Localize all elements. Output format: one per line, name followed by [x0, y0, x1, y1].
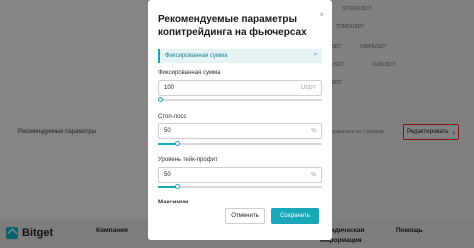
- stop-loss-input[interactable]: 50 %: [158, 123, 322, 139]
- copy-trading-params-modal: × Рекомендуемые параметры копитрейдинга …: [148, 0, 332, 240]
- slider-track: [158, 143, 322, 145]
- take-profit-unit: %: [311, 172, 316, 178]
- take-profit-label: Уровень тейк-профит: [158, 157, 218, 163]
- close-icon[interactable]: ×: [319, 10, 324, 19]
- stop-loss-value: 50: [164, 128, 171, 134]
- stop-loss-slider[interactable]: [158, 140, 322, 148]
- fixed-amount-section-header[interactable]: Фиксированная сумма ^: [158, 49, 322, 63]
- take-profit-input[interactable]: 50 %: [158, 167, 322, 183]
- slider-track: [158, 99, 322, 101]
- take-profit-slider[interactable]: [158, 183, 322, 191]
- slider-track: [158, 186, 322, 188]
- slider-handle[interactable]: [158, 97, 163, 102]
- fixed-amount-input[interactable]: 100 USDT: [158, 80, 322, 96]
- fixed-amount-label: Фиксированная сумма: [158, 70, 221, 76]
- fixed-amount-slider[interactable]: [158, 96, 322, 104]
- modal-title: Рекомендуемые параметры копитрейдинга на…: [158, 14, 307, 38]
- slider-handle[interactable]: [175, 141, 181, 146]
- chevron-up-icon: ^: [314, 53, 317, 59]
- save-button[interactable]: Сохранить: [271, 208, 319, 224]
- slider-handle[interactable]: [175, 184, 181, 189]
- fixed-amount-unit: USDT: [301, 85, 316, 91]
- stop-loss-unit: %: [311, 128, 316, 134]
- stop-loss-label: Стоп-лосс: [158, 114, 187, 120]
- section-label: Фиксированная сумма: [165, 53, 228, 59]
- cancel-button[interactable]: Отменить: [225, 208, 265, 224]
- fixed-amount-value: 100: [164, 85, 175, 91]
- take-profit-value: 50: [164, 172, 171, 178]
